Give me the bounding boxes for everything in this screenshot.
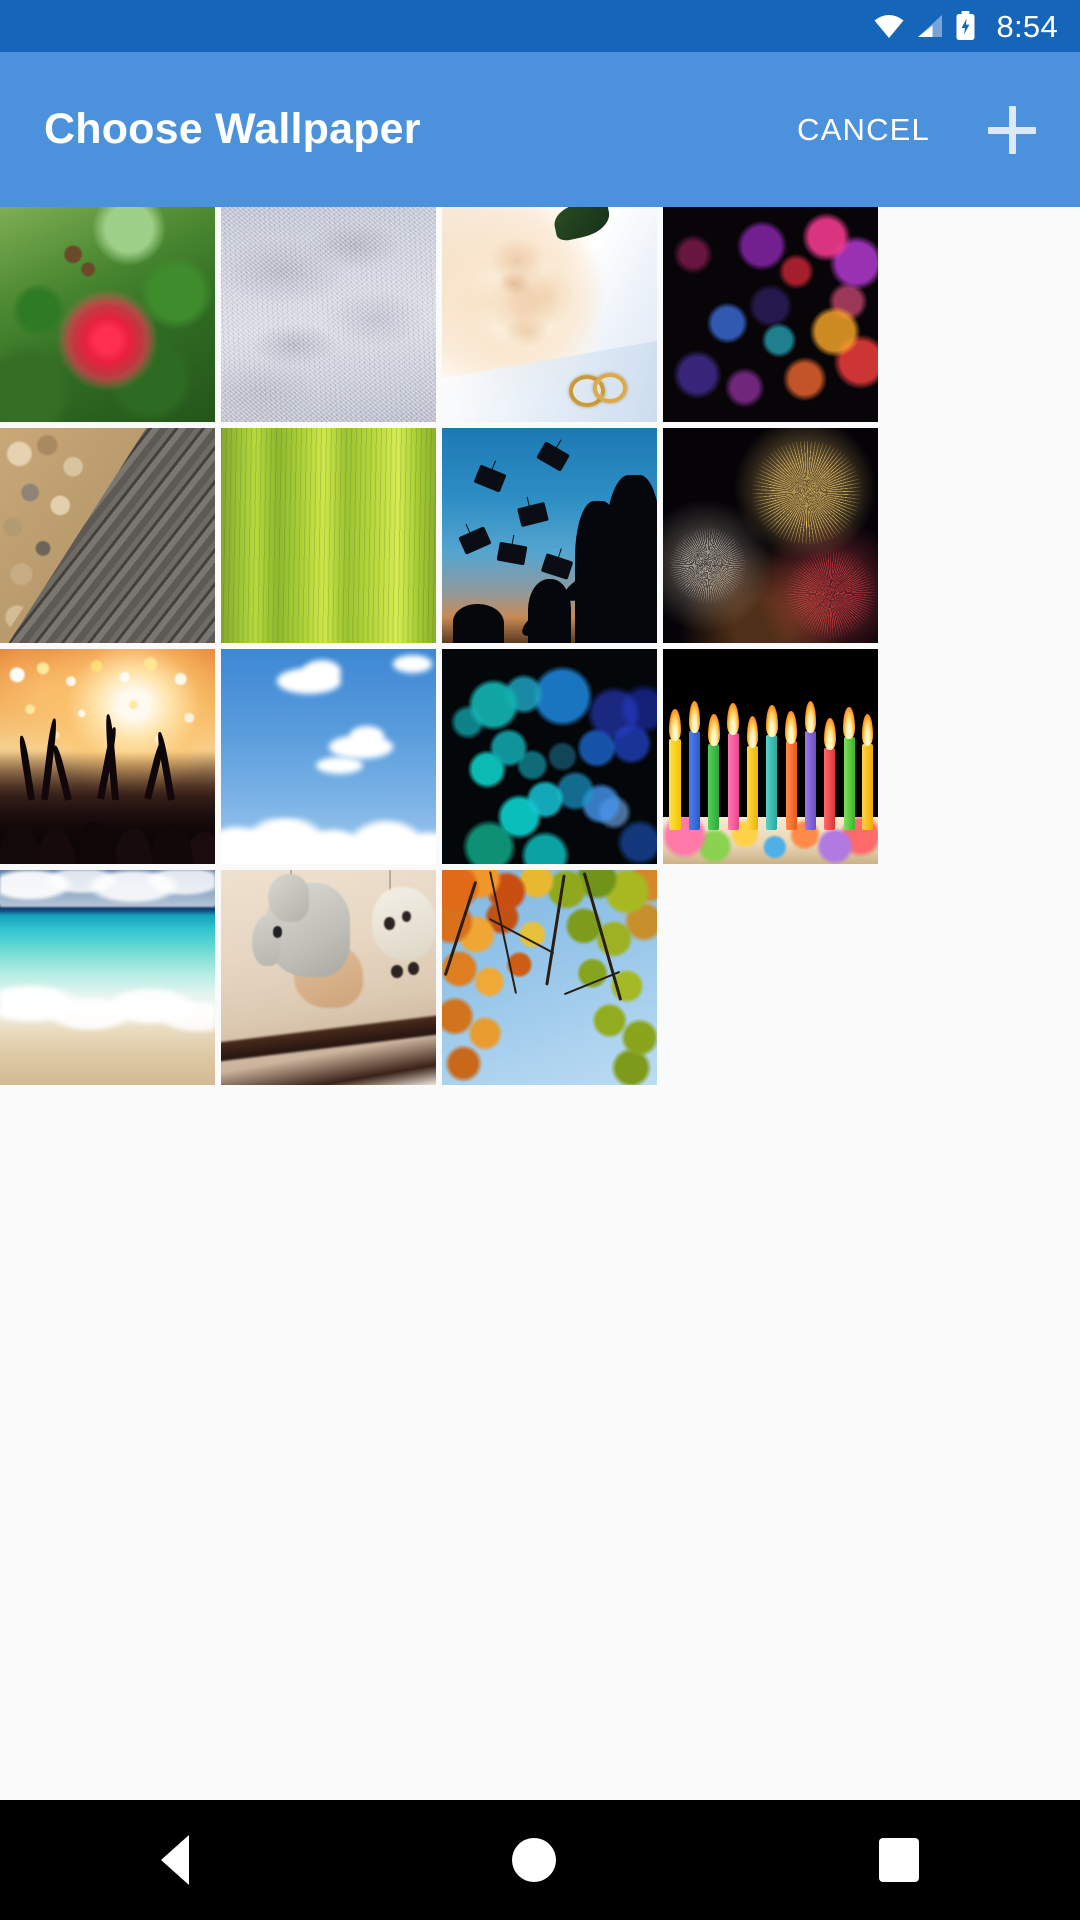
wifi-icon bbox=[873, 14, 905, 38]
wallpaper-snow-texture[interactable] bbox=[221, 207, 436, 422]
wallpaper-blue-sky-clouds[interactable] bbox=[221, 649, 436, 864]
wallpaper-birthday-candles[interactable] bbox=[663, 649, 878, 864]
wallpaper-rose-wedding-rings[interactable] bbox=[442, 207, 657, 422]
page-title: Choose Wallpaper bbox=[44, 105, 421, 153]
wallpaper-baby-mobile-elephant[interactable] bbox=[221, 870, 436, 1085]
wallpaper-green-leaf-macro[interactable] bbox=[221, 428, 436, 643]
cellular-signal-icon bbox=[916, 14, 944, 38]
status-bar: 8:54 bbox=[0, 0, 1080, 52]
nav-home-button[interactable] bbox=[511, 1838, 556, 1882]
wallpaper-fireworks[interactable] bbox=[663, 428, 878, 643]
wallpaper-cyan-bokeh[interactable] bbox=[442, 649, 657, 864]
navigation-bar bbox=[0, 1800, 1080, 1920]
wallpaper-tropical-beach[interactable] bbox=[0, 870, 215, 1085]
nav-back-button[interactable] bbox=[161, 1835, 190, 1885]
nav-recents-button[interactable] bbox=[878, 1838, 919, 1882]
wallpaper-autumn-canopy[interactable] bbox=[442, 870, 657, 1085]
wallpaper-graduation-caps[interactable] bbox=[442, 428, 657, 643]
wallpaper-colorful-bokeh[interactable] bbox=[663, 207, 878, 422]
cancel-button[interactable]: CANCEL bbox=[795, 106, 932, 154]
battery-charging-icon bbox=[955, 11, 976, 41]
status-bar-icons: 8:54 bbox=[873, 11, 1058, 42]
plus-icon[interactable] bbox=[984, 102, 1040, 158]
wallpaper-pebbles-decking[interactable] bbox=[0, 428, 215, 643]
wallpaper-concert-crowd[interactable] bbox=[0, 649, 215, 864]
app-bar: Choose Wallpaper CANCEL bbox=[0, 52, 1080, 207]
status-bar-clock: 8:54 bbox=[996, 8, 1058, 44]
wallpaper-red-powderpuff-flower[interactable] bbox=[0, 207, 215, 422]
app-bar-actions: CANCEL bbox=[795, 102, 1080, 158]
wallpaper-grid bbox=[0, 207, 1080, 1085]
